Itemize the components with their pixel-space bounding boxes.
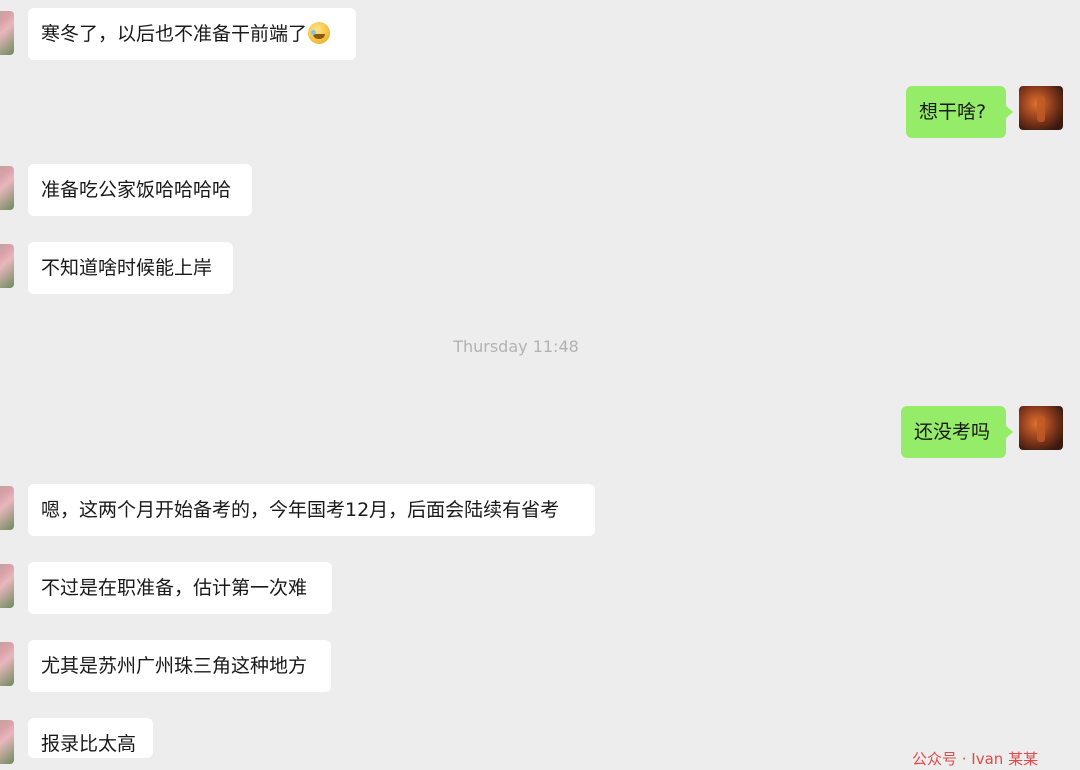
message-bubble-incoming[interactable]: 不知道啥时候能上岸 [28, 242, 233, 294]
message-bubble-incoming[interactable]: 报录比太高 [28, 718, 153, 758]
contact-avatar[interactable] [0, 720, 14, 764]
face-with-tears-of-joy-icon [308, 22, 331, 44]
message-text: 想干啥? [919, 101, 987, 123]
contact-avatar[interactable] [0, 11, 14, 55]
contact-avatar[interactable] [0, 642, 14, 686]
message-bubble-incoming[interactable]: 寒冬了，以后也不准备干前端了 [28, 8, 356, 60]
contact-avatar[interactable] [0, 486, 14, 530]
message-bubble-outgoing[interactable]: 想干啥? [906, 86, 1013, 138]
message-text: 寒冬了，以后也不准备干前端了 [41, 23, 308, 45]
message-text: 尤其是苏州广州珠三角这种地方 [41, 655, 308, 677]
message-text: 不知道啥时候能上岸 [41, 257, 213, 279]
message-bubble-incoming[interactable]: 不过是在职准备，估计第一次难 [28, 562, 332, 614]
self-avatar[interactable] [1019, 86, 1063, 130]
message-text: 准备吃公家饭哈哈哈哈 [41, 179, 232, 201]
self-avatar[interactable] [1019, 406, 1063, 450]
message-text: 不过是在职准备，估计第一次难 [41, 577, 308, 599]
contact-avatar[interactable] [0, 564, 14, 608]
message-bubble-incoming[interactable]: 准备吃公家饭哈哈哈哈 [28, 164, 252, 216]
contact-avatar[interactable] [0, 244, 14, 288]
message-bubble-incoming[interactable]: 嗯，这两个月开始备考的，今年国考12月，后面会陆续有省考 [28, 484, 595, 536]
message-text: 还没考吗 [914, 421, 991, 443]
message-bubble-incoming[interactable]: 尤其是苏州广州珠三角这种地方 [28, 640, 331, 692]
chat-timestamp: Thursday 11:48 [453, 337, 579, 356]
message-bubble-outgoing[interactable]: 还没考吗 [901, 406, 1013, 458]
message-text: 报录比太高 [41, 733, 137, 755]
message-text: 嗯，这两个月开始备考的，今年国考12月，后面会陆续有省考 [41, 499, 560, 521]
contact-avatar[interactable] [0, 166, 14, 210]
watermark: 公众号 · Ivan 某某 [912, 750, 1039, 768]
